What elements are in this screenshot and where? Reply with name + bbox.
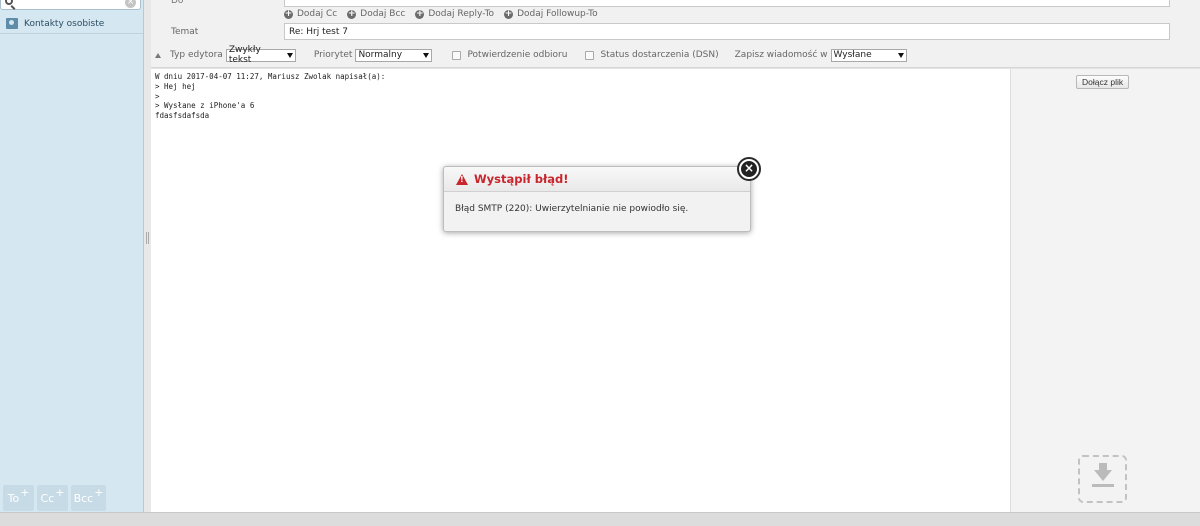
dropdown-arrow-icon [423, 52, 430, 58]
address-book-icon [6, 18, 18, 29]
clear-search-icon[interactable]: × [125, 0, 136, 8]
add-to-button[interactable]: To + [3, 485, 34, 511]
add-bcc-link[interactable]: + Dodaj Bcc [347, 9, 405, 19]
plus-icon: + [94, 485, 104, 499]
to-field-input[interactable] [284, 0, 1170, 7]
add-followup-to-link-label: Dodaj Followup-To [517, 9, 598, 19]
body-line: > Wysłane z iPhone'a 6 [155, 101, 255, 111]
address-sidebar: × Kontakty osobiste To + Cc + Bcc + [0, 0, 144, 512]
arrow-head [1094, 470, 1112, 481]
add-reply-to-link[interactable]: + Dodaj Reply-To [415, 9, 494, 19]
read-receipt-label: Potwierdzenie odbioru [467, 50, 568, 60]
dsn-checkbox[interactable] [585, 50, 595, 60]
search-icon [5, 0, 13, 5]
dropdown-arrow-icon [897, 52, 904, 58]
save-folder-value: Wysłane [833, 50, 872, 60]
add-reply-to-link-label: Dodaj Reply-To [428, 9, 495, 19]
error-dialog-title: Wystąpił błąd! [474, 172, 569, 186]
read-receipt-checkbox[interactable] [452, 50, 462, 60]
add-bcc-label: Bcc [73, 491, 94, 505]
add-cc-button[interactable]: Cc + [37, 485, 68, 511]
add-followup-to-link[interactable]: + Dodaj Followup-To [504, 9, 598, 19]
splitter-grip-icon[interactable] [146, 232, 149, 244]
error-dialog-message: Błąd SMTP (220): Uwierzytelnianie nie po… [455, 204, 689, 214]
save-folder-select[interactable]: Wysłane [830, 48, 907, 62]
address-book-label: Kontakty osobiste [24, 18, 105, 29]
arrow-base [1092, 484, 1114, 487]
close-dialog-icon[interactable]: × [737, 157, 761, 181]
subject-label: Temat [171, 27, 199, 37]
address-book-item-personal[interactable]: Kontakty osobiste [0, 14, 143, 34]
sidebar-splitter[interactable] [144, 0, 151, 512]
priority-value: Normalny [358, 50, 403, 60]
error-dialog-title-bar: Wystąpił błąd! [444, 167, 750, 192]
to-field-label: Do [171, 0, 184, 6]
warning-icon [456, 173, 468, 185]
body-line: > [155, 91, 160, 101]
collapse-options-icon[interactable] [155, 52, 161, 58]
compose-options: Typ edytora Zwykły tekst Priorytet Norma… [151, 45, 1200, 65]
editor-type-label: Typ edytora [170, 50, 223, 60]
priority-label: Priorytet [313, 50, 353, 60]
add-bcc-link-label: Dodaj Bcc [360, 9, 406, 19]
close-x: × [741, 161, 757, 177]
add-bcc-button[interactable]: Bcc + [71, 485, 106, 511]
dropdown-arrow-icon [286, 52, 293, 58]
add-cc-link-label: Dodaj Cc [297, 9, 338, 19]
editor-type-select[interactable]: Zwykły tekst [225, 45, 296, 65]
priority-select[interactable]: Normalny [355, 48, 433, 62]
error-dialog: Wystąpił błąd! Błąd SMTP (220): Uwierzyt… [443, 166, 751, 232]
message-body-editor[interactable]: W dniu 2017-04-07 11:27, Mariusz Zwolak … [151, 69, 1011, 512]
plus-circle-icon: + [504, 8, 514, 19]
attach-file-button[interactable]: Dołącz plik [1076, 75, 1130, 89]
recipient-buttons: To + Cc + Bcc + [0, 484, 143, 512]
plus-circle-icon: + [347, 8, 357, 19]
plus-icon: + [55, 485, 65, 499]
bottom-strip [0, 512, 1200, 526]
editor-type-value: Zwykły tekst [228, 45, 261, 65]
dsn-label: Status dostarczenia (DSN) [600, 50, 719, 60]
save-in-label: Zapisz wiadomość w [734, 50, 828, 60]
plus-icon: + [20, 485, 30, 499]
add-cc-link[interactable]: + Dodaj Cc [284, 9, 337, 19]
contact-search-input[interactable]: × [0, 0, 141, 10]
attachments-panel: Dołącz plik [1011, 69, 1200, 512]
subject-input[interactable]: Re: Hrj test 7 [284, 23, 1170, 40]
plus-circle-icon: + [415, 8, 425, 19]
drop-upload-icon[interactable] [1078, 455, 1127, 503]
add-cc-label: Cc [40, 491, 55, 505]
body-line: W dniu 2017-04-07 11:27, Mariusz Zwolak … [155, 72, 386, 81]
compose-header: Do + Dodaj Cc + Dodaj Bcc + Dodaj Reply-To … [151, 0, 1200, 68]
body-line: > Hej hej [155, 81, 196, 91]
body-line: fdasfsdafsda [155, 111, 210, 121]
plus-circle-icon: + [284, 8, 293, 19]
add-to-label: To [7, 491, 20, 505]
header-links: + Dodaj Cc + Dodaj Bcc + Dodaj Reply-To + Do… [284, 9, 598, 19]
